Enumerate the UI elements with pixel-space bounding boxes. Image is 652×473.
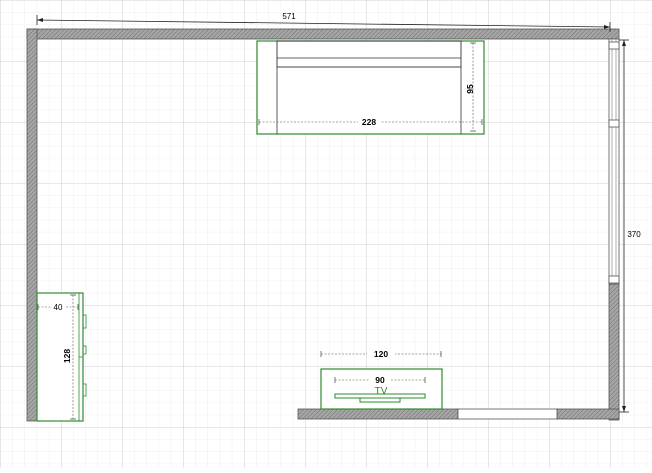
height-label: 370 (627, 230, 641, 239)
cabinet-height-label: 128 (62, 349, 72, 363)
wall-right-lower (608, 283, 620, 421)
floor-plan-canvas[interactable]: 571 370 95 228 40 128 120 90 TV (0, 0, 652, 468)
bottom-opening[interactable] (457, 408, 558, 420)
wall-bottom-right (556, 408, 620, 420)
floor-plan: 571 370 95 228 40 128 120 90 TV (0, 0, 652, 468)
sofa-depth-label: 95 (465, 84, 475, 94)
width-label: 571 (282, 12, 296, 21)
wall-top (26, 28, 620, 40)
tv-stand-width-label: 120 (374, 349, 388, 359)
sofa[interactable]: 95 228 (256, 40, 485, 135)
wall-left (26, 28, 38, 422)
tv-width-label: 90 (375, 375, 385, 385)
sofa-width-label: 228 (362, 117, 376, 127)
cabinet[interactable]: 40 128 (36, 292, 87, 422)
window-right[interactable] (608, 38, 620, 285)
wall-bottom-left (297, 408, 459, 420)
cabinet-width-label: 40 (54, 303, 63, 312)
